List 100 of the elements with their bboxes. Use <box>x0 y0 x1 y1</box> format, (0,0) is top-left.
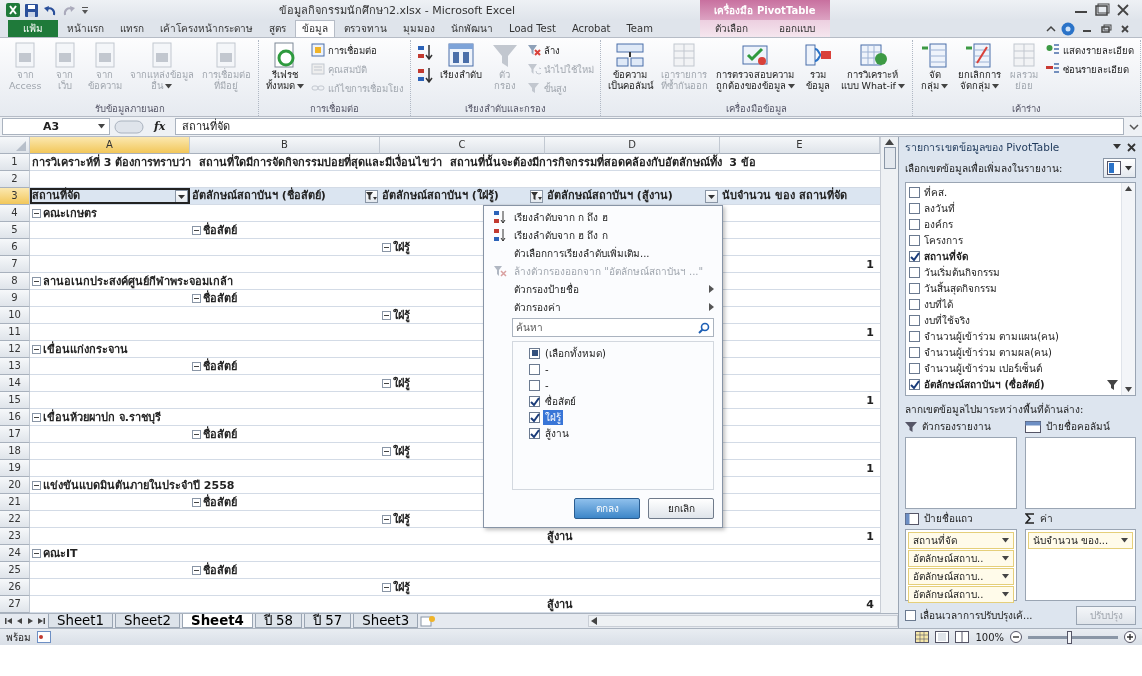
checkbox[interactable] <box>529 363 540 375</box>
collapse-icon[interactable] <box>382 515 391 524</box>
checkbox[interactable] <box>909 363 920 375</box>
formula-field[interactable]: สถานที่จัด <box>175 118 1124 135</box>
filter-dropdown-button[interactable] <box>705 189 718 203</box>
ribbon-tab[interactable]: ข้อมูล <box>295 20 335 37</box>
normal-view-icon[interactable] <box>915 631 930 643</box>
filter-value[interactable]: สู้งาน <box>543 425 571 441</box>
checkbox[interactable] <box>909 283 920 295</box>
row-number[interactable]: 24 <box>0 545 30 562</box>
ribbon-tab[interactable]: Acrobat <box>564 20 618 37</box>
row-number[interactable]: 2 <box>0 171 30 188</box>
ribbon-tab[interactable]: หน้าแรก <box>60 20 111 37</box>
row-number[interactable]: 17 <box>0 426 30 443</box>
checkbox[interactable] <box>909 219 920 231</box>
row-number[interactable]: 26 <box>0 579 30 596</box>
name-box[interactable]: A3 <box>2 118 110 135</box>
checkbox[interactable] <box>529 395 540 407</box>
slider-thumb[interactable] <box>1066 630 1072 644</box>
checkbox[interactable] <box>529 427 540 439</box>
ribbon-button[interactable]: เรียงลำดับ <box>436 40 485 81</box>
close-icon[interactable] <box>1118 22 1132 35</box>
ribbon-button[interactable]: ข้อความ เป็นคอลัมน์ <box>604 40 656 92</box>
close-icon[interactable] <box>1114 2 1132 18</box>
menu-item[interactable]: เรียงลำดับจาก ก ถึง ฮ <box>486 208 720 226</box>
ribbon-button[interactable]: ยกเลิกการ จัดกลุ่ม <box>954 40 1004 92</box>
collapse-icon[interactable] <box>382 583 391 592</box>
ribbon-tab[interactable]: Team <box>619 20 660 37</box>
row-number[interactable]: 16 <box>0 409 30 426</box>
checkbox[interactable] <box>909 347 920 359</box>
field-label[interactable]: สถานที่จัด <box>924 249 1118 265</box>
ribbon-button[interactable]: จัด กลุ่ม <box>916 40 953 92</box>
area-field-button[interactable]: สถานที่จัด <box>908 531 1014 549</box>
filter-value[interactable]: ซื่อสัตย์ <box>543 393 578 409</box>
search-field[interactable]: ค้นหา <box>512 318 714 337</box>
ribbon-tab[interactable]: ออกแบบ <box>771 20 822 37</box>
checkbox[interactable] <box>529 379 540 391</box>
checkbox[interactable] <box>909 267 920 279</box>
ribbon-tab[interactable]: เค้าโครงหน้ากระดาษ <box>153 20 260 37</box>
scroll-up-icon[interactable] <box>1125 185 1132 191</box>
checkbox[interactable] <box>909 235 920 247</box>
first-sheet-icon[interactable] <box>4 616 13 626</box>
checkbox[interactable] <box>909 379 920 391</box>
checkbox[interactable] <box>909 299 920 311</box>
collapse-icon[interactable] <box>192 430 201 439</box>
scroll-thumb-icon[interactable] <box>883 147 896 169</box>
collapse-icon[interactable] <box>192 362 201 371</box>
pivot-header-cell[interactable]: สถานที่จัด <box>30 188 190 204</box>
row-number[interactable]: 5 <box>0 222 30 239</box>
area-field-button[interactable]: อัตลักษณ์สถาบ.. <box>908 585 1014 603</box>
row-number[interactable]: 15 <box>0 392 30 409</box>
column-header[interactable]: A <box>30 137 190 154</box>
ribbon-button[interactable]: การวิเคราะห์ แบบ What-if <box>837 40 908 92</box>
area-field-button[interactable]: อัตลักษณ์สถาบ.. <box>908 567 1014 585</box>
column-header[interactable]: C <box>380 137 545 154</box>
collapse-ribbon-icon[interactable] <box>1046 23 1056 34</box>
row-number[interactable]: 22 <box>0 511 30 528</box>
field-label[interactable]: ที่คส. <box>924 185 1118 201</box>
drop-area[interactable]: นับจำนวน ของ... <box>1024 528 1136 601</box>
collapse-icon[interactable] <box>192 566 201 575</box>
field-label[interactable]: โครงการ <box>924 233 1118 249</box>
ribbon-tab[interactable]: แทรก <box>113 20 151 37</box>
filter-value[interactable]: - <box>543 379 551 391</box>
restore-icon[interactable] <box>1099 22 1113 35</box>
next-sheet-icon[interactable] <box>26 616 35 626</box>
row-number[interactable]: 3 <box>0 188 30 205</box>
sheet-tab[interactable]: ปี 58 <box>254 614 303 628</box>
page-break-icon[interactable] <box>955 631 970 643</box>
row-number[interactable]: 7 <box>0 256 30 273</box>
ribbon-tab[interactable]: นักพัฒนา <box>444 20 500 37</box>
row-number[interactable]: 6 <box>0 239 30 256</box>
row-number[interactable]: 20 <box>0 477 30 494</box>
ribbon-button[interactable]: การเชื่อมต่อ <box>308 41 406 59</box>
field-label[interactable]: วันสิ้นสุดกิจกรรม <box>924 281 1118 297</box>
ribbon-tab[interactable]: ตัวเลือก <box>708 20 756 37</box>
column-header[interactable]: E <box>720 137 880 154</box>
row-number[interactable]: 23 <box>0 528 30 545</box>
dialog-button[interactable]: ยกเลิก <box>648 498 714 519</box>
collapse-icon[interactable] <box>382 311 391 320</box>
checkbox-label[interactable]: เลื่อนเวลาการปรับปรุงเค้... <box>920 607 1072 623</box>
field-label[interactable]: งบที่ได้ <box>924 297 1118 313</box>
row-number[interactable]: 12 <box>0 341 30 358</box>
collapse-icon[interactable] <box>32 413 41 422</box>
page-layout-icon[interactable] <box>935 631 950 643</box>
sheet-tab[interactable]: Sheet3 <box>353 614 419 628</box>
ribbon-button[interactable]: แสดงรายละเอียด <box>1043 41 1136 59</box>
menu-item[interactable]: เรียงลำดับจาก ฮ ถึง ก <box>486 226 720 244</box>
field-label[interactable]: งบที่ใช้จริง <box>924 313 1118 329</box>
area-field-button[interactable]: นับจำนวน ของ... <box>1027 531 1133 549</box>
scroll-left-icon[interactable] <box>591 617 598 625</box>
row-number[interactable]: 27 <box>0 596 30 613</box>
checkbox[interactable] <box>905 609 916 621</box>
field-label[interactable]: จำนวนผู้เข้าร่วม เปอร์เซ็นต์ <box>924 361 1118 377</box>
scroll-down-icon[interactable] <box>1125 386 1132 392</box>
ribbon-tab[interactable]: สูตร <box>262 20 293 37</box>
row-number[interactable]: 10 <box>0 307 30 324</box>
field-label[interactable]: องค์กร <box>924 217 1118 233</box>
row-number[interactable]: 25 <box>0 562 30 579</box>
ribbon-tab[interactable]: แฟ้ม <box>8 20 58 37</box>
zoom-out-icon[interactable] <box>1010 631 1022 643</box>
